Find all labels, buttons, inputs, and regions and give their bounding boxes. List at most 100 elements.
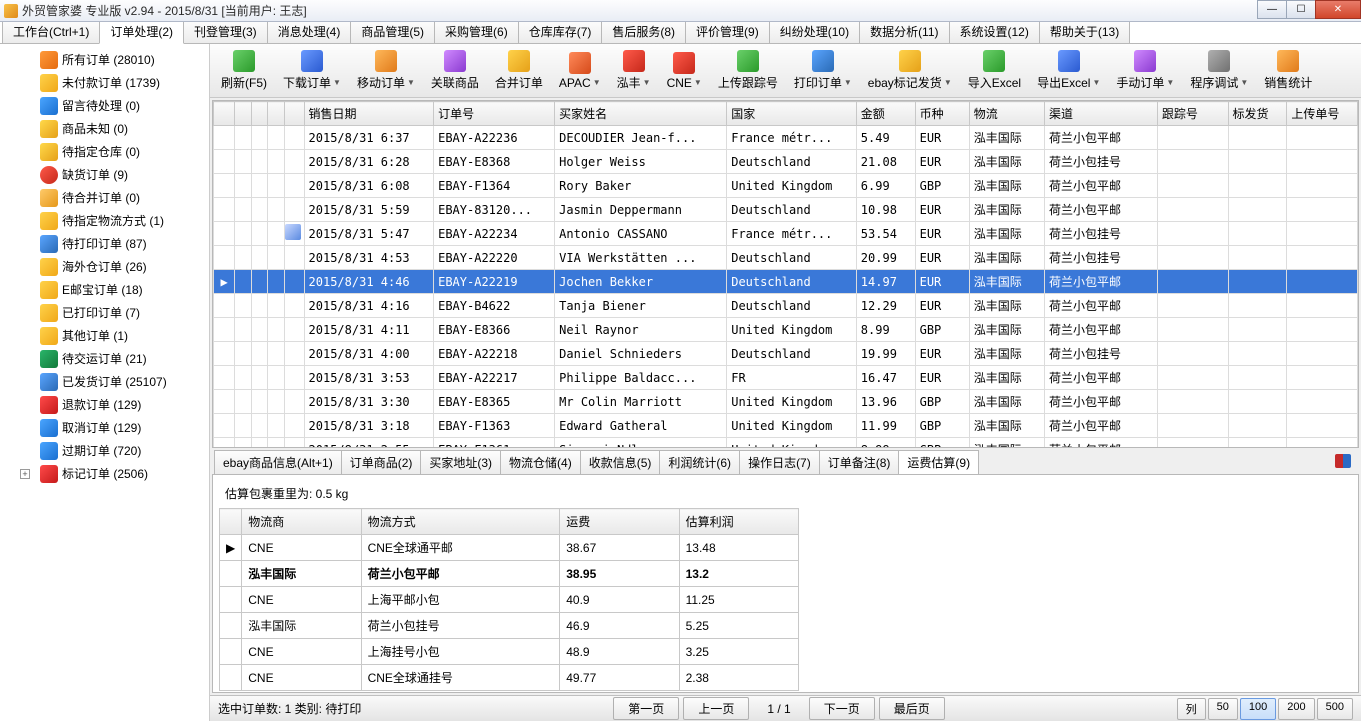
sidebar-item-18[interactable]: +标记订单 (2506) [0,462,209,485]
sidebar-item-9[interactable]: 海外仓订单 (26) [0,255,209,278]
top-tab-3[interactable]: 消息处理(4) [267,19,352,43]
detail-tab-3[interactable]: 物流仓储(4) [500,450,581,474]
toolbar-btn-7[interactable]: CNE▼ [660,47,709,95]
next-page-button[interactable]: 下一页 [809,697,875,720]
top-tab-1[interactable]: 订单处理(2) [99,19,184,44]
maximize-button[interactable]: ☐ [1286,0,1316,19]
sidebar-item-10[interactable]: E邮宝订单 (18) [0,278,209,301]
freight-row[interactable]: 泓丰国际荷兰小包挂号46.95.25 [220,613,799,639]
top-tab-0[interactable]: 工作台(Ctrl+1) [2,19,100,43]
grid-header-6[interactable]: 订单号 [434,102,555,126]
freight-header-4[interactable]: 估算利润 [679,509,798,535]
sidebar-item-13[interactable]: 待交运订单 (21) [0,347,209,370]
grid-row[interactable]: 2015/8/31 4:11EBAY-E8366Neil RaynorUnite… [214,318,1358,342]
prev-page-button[interactable]: 上一页 [683,697,749,720]
toolbar-btn-14[interactable]: 程序调试▼ [1183,47,1255,95]
detail-tab-6[interactable]: 操作日志(7) [739,450,820,474]
sidebar-item-14[interactable]: 已发货订单 (25107) [0,370,209,393]
top-tab-6[interactable]: 仓库库存(7) [518,19,603,43]
close-button[interactable]: ✕ [1315,0,1361,19]
grid-row[interactable]: 2015/8/31 6:08EBAY-F1364Rory BakerUnited… [214,174,1358,198]
toolbar-btn-11[interactable]: 导入Excel [961,47,1028,95]
top-tab-9[interactable]: 纠纷处理(10) [769,19,860,43]
page-size-200[interactable]: 200 [1278,698,1314,720]
grid-header-11[interactable]: 物流 [969,102,1044,126]
grid-row[interactable]: 2015/8/31 4:16EBAY-B4622Tanja BienerDeut… [214,294,1358,318]
grid-header-0[interactable] [214,102,235,126]
top-tab-7[interactable]: 售后服务(8) [601,19,686,43]
sidebar-item-15[interactable]: 退款订单 (129) [0,393,209,416]
sidebar-item-12[interactable]: 其他订单 (1) [0,324,209,347]
toolbar-btn-12[interactable]: 导出Excel▼ [1030,47,1107,95]
grid-header-1[interactable] [235,102,251,126]
toolbar-btn-15[interactable]: 销售统计 [1257,47,1319,95]
top-tab-5[interactable]: 采购管理(6) [434,19,519,43]
grid-header-7[interactable]: 买家姓名 [555,102,727,126]
detail-tab-8[interactable]: 运费估算(9) [898,450,979,474]
grid-row[interactable]: ▶2015/8/31 4:46EBAY-A22219Jochen BekkerD… [214,270,1358,294]
sidebar-item-2[interactable]: 留言待处理 (0) [0,94,209,117]
toolbar-btn-3[interactable]: 关联商品 [424,47,486,95]
sidebar-item-11[interactable]: 已打印订单 (7) [0,301,209,324]
top-tab-2[interactable]: 刊登管理(3) [183,19,268,43]
top-tab-8[interactable]: 评价管理(9) [685,19,770,43]
freight-header-3[interactable]: 运费 [560,509,679,535]
freight-row[interactable]: CNECNE全球通挂号49.772.38 [220,665,799,691]
grid-row[interactable]: 2015/8/31 4:00EBAY-A22218Daniel Schniede… [214,342,1358,366]
page-size-列[interactable]: 列 [1177,698,1206,720]
sidebar-item-6[interactable]: 待合并订单 (0) [0,186,209,209]
freight-header-1[interactable]: 物流商 [242,509,361,535]
grid-row[interactable]: 2015/8/31 3:30EBAY-E8365Mr Colin Marriot… [214,390,1358,414]
grid-header-5[interactable]: 销售日期 [304,102,434,126]
sidebar-item-7[interactable]: 待指定物流方式 (1) [0,209,209,232]
top-tab-10[interactable]: 数据分析(11) [859,19,949,43]
toolbar-btn-8[interactable]: 上传跟踪号 [711,47,785,95]
tree-expand-icon[interactable]: + [20,469,30,479]
grid-row[interactable]: 2015/8/31 5:47EBAY-A22234Antonio CASSANO… [214,222,1358,246]
grid-row[interactable]: 2015/8/31 3:53EBAY-A22217Philippe Baldac… [214,366,1358,390]
freight-table[interactable]: 物流商物流方式运费估算利润▶CNECNE全球通平邮38.6713.48泓丰国际荷… [219,508,799,691]
sidebar-item-17[interactable]: 过期订单 (720) [0,439,209,462]
detail-tab-1[interactable]: 订单商品(2) [341,450,422,474]
grid-header-9[interactable]: 金额 [856,102,915,126]
freight-header-0[interactable] [220,509,242,535]
grid-header-15[interactable]: 上传单号 [1287,102,1358,126]
toolbar-btn-13[interactable]: 手动订单▼ [1109,47,1181,95]
grid-header-12[interactable]: 渠道 [1045,102,1158,126]
sidebar-item-4[interactable]: 待指定仓库 (0) [0,140,209,163]
sidebar-item-16[interactable]: 取消订单 (129) [0,416,209,439]
page-size-100[interactable]: 100 [1240,698,1276,720]
toolbar-btn-2[interactable]: 移动订单▼ [350,47,422,95]
minimize-button[interactable]: — [1257,0,1287,19]
sidebar-item-5[interactable]: 缺货订单 (9) [0,163,209,186]
grid-header-8[interactable]: 国家 [727,102,857,126]
toolbar-btn-1[interactable]: 下载订单▼ [276,47,348,95]
detail-tab-0[interactable]: ebay商品信息(Alt+1) [214,450,342,474]
detail-tab-2[interactable]: 买家地址(3) [420,450,501,474]
grid-row[interactable]: 2015/8/31 5:59EBAY-83120...Jasmin Depper… [214,198,1358,222]
top-tab-4[interactable]: 商品管理(5) [350,19,435,43]
toolbar-btn-0[interactable]: 刷新(F5) [214,47,274,95]
grid-header-10[interactable]: 币种 [915,102,969,126]
toolbar-btn-9[interactable]: 打印订单▼ [787,47,859,95]
last-page-button[interactable]: 最后页 [879,697,945,720]
toolbar-btn-10[interactable]: ebay标记发货▼ [861,47,959,95]
page-size-500[interactable]: 500 [1317,698,1353,720]
freight-row[interactable]: 泓丰国际荷兰小包平邮38.9513.2 [220,561,799,587]
sidebar-item-0[interactable]: 所有订单 (28010) [0,48,209,71]
detail-tab-4[interactable]: 收款信息(5) [580,450,661,474]
top-tab-11[interactable]: 系统设置(12) [949,19,1040,43]
grid-row[interactable]: 2015/8/31 6:28EBAY-E8368Holger WeissDeut… [214,150,1358,174]
detail-tab-7[interactable]: 订单备注(8) [819,450,900,474]
grid-header-14[interactable]: 标发货 [1228,102,1287,126]
toolbar-btn-5[interactable]: APAC▼ [552,47,608,95]
grid-row[interactable]: 2015/8/31 2:55EBAY-F1361Singani NdlovuUn… [214,438,1358,449]
page-size-50[interactable]: 50 [1208,698,1238,720]
orders-grid[interactable]: 销售日期订单号买家姓名国家金额币种物流渠道跟踪号标发货上传单号 2015/8/31… [213,101,1358,448]
grid-header-13[interactable]: 跟踪号 [1157,102,1228,126]
grid-header-2[interactable] [251,102,267,126]
sidebar-item-8[interactable]: 待打印订单 (87) [0,232,209,255]
grid-header-4[interactable] [284,102,304,126]
sidebar-item-1[interactable]: 未付款订单 (1739) [0,71,209,94]
freight-row[interactable]: ▶CNECNE全球通平邮38.6713.48 [220,535,799,561]
